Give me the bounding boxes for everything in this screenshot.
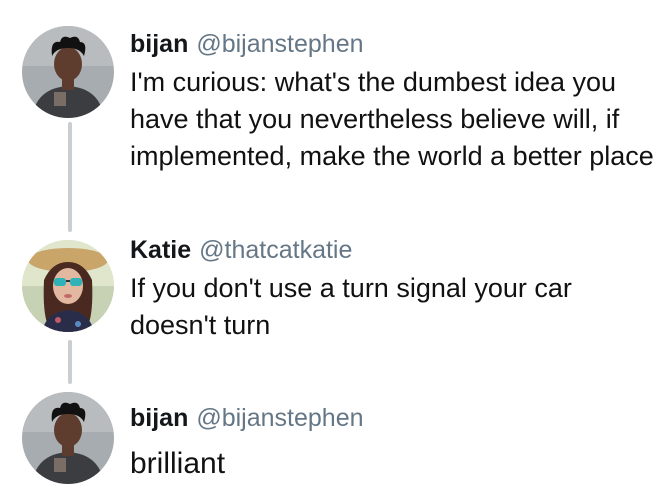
bijan-avatar-1[interactable] — [22, 26, 114, 118]
tweet-3: bijan @bijanstephen brilliant — [130, 402, 657, 484]
author-name[interactable]: bijan — [130, 404, 188, 432]
author-handle[interactable]: @bijanstephen — [196, 404, 363, 432]
tweet-1: bijan @bijanstephen I'm curious: what's t… — [130, 28, 657, 175]
katie-avatar[interactable] — [22, 240, 114, 332]
tweet-text: I'm curious: what's the dumbest idea you… — [130, 67, 654, 171]
thread-line-1 — [68, 122, 72, 232]
author-handle[interactable]: @thatcatkatie — [199, 236, 352, 264]
author-handle[interactable]: @bijanstephen — [196, 30, 363, 58]
author-name[interactable]: Katie — [130, 236, 191, 264]
tweet-header: Katie @thatcatkatie — [130, 234, 657, 266]
tweet-text: brilliant — [130, 447, 226, 480]
tweet-header: bijan @bijanstephen — [130, 28, 657, 60]
tweet-2: Katie @thatcatkatie If you don't use a tu… — [130, 234, 657, 344]
tweet-header: bijan @bijanstephen — [130, 402, 657, 434]
bijan-avatar-2[interactable] — [22, 392, 114, 484]
thread-line-2 — [68, 340, 72, 384]
tweet-text: If you don't use a turn signal your car … — [130, 273, 572, 340]
author-name[interactable]: bijan — [130, 30, 188, 58]
